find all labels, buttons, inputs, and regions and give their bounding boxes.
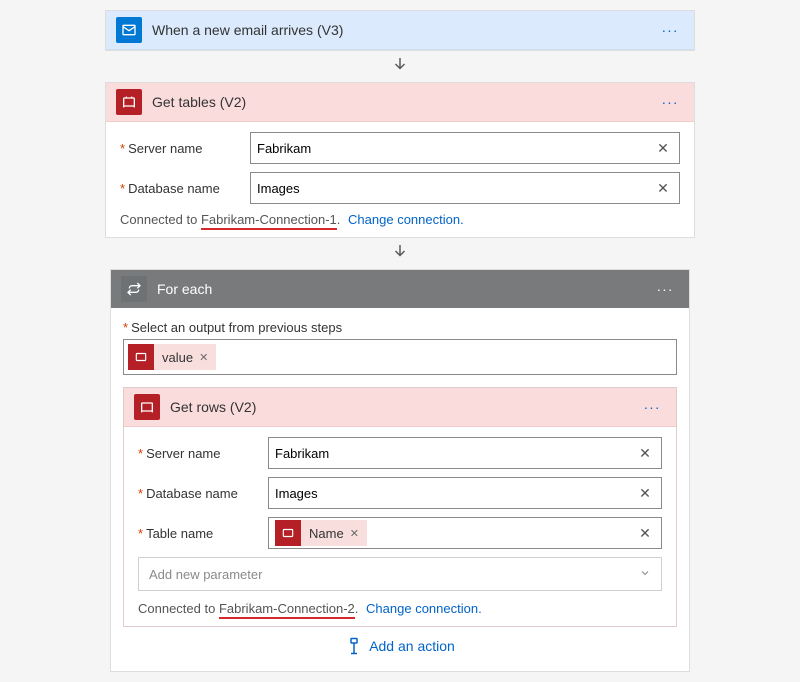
flow-arrow [14, 238, 786, 269]
connected-prefix: Connected to [138, 601, 219, 616]
clear-icon[interactable]: ✕ [635, 445, 655, 462]
add-action-button[interactable]: Add an action [123, 627, 677, 659]
get-tables-header[interactable]: Get tables (V2) ··· [106, 83, 694, 122]
database-name-input[interactable] [275, 478, 635, 508]
table-name-input-wrapper[interactable]: Name ✕ ✕ [268, 517, 662, 549]
connection-info: Connected to Fabrikam-Connection-1. Chan… [120, 212, 680, 227]
clear-icon[interactable]: ✕ [653, 140, 673, 157]
server-name-input[interactable] [275, 438, 635, 468]
get-rows-more-button[interactable]: ··· [638, 395, 666, 419]
trigger-more-button[interactable]: ··· [656, 18, 684, 42]
database-name-label: Database name [138, 486, 268, 501]
connection-info: Connected to Fabrikam-Connection-2. Chan… [138, 601, 662, 616]
trigger-title: When a new email arrives (V3) [152, 22, 656, 38]
sql-icon [275, 520, 301, 546]
name-token: Name ✕ [275, 520, 367, 546]
period: . [355, 601, 359, 616]
table-name-label: Table name [138, 526, 268, 541]
for-each-header[interactable]: For each ··· [111, 270, 689, 308]
for-each-title: For each [157, 281, 651, 297]
connection-name: Fabrikam-Connection-1 [201, 212, 337, 230]
loop-icon [121, 276, 147, 302]
connection-name: Fabrikam-Connection-2 [219, 601, 355, 619]
connected-prefix: Connected to [120, 212, 201, 227]
server-name-label: Server name [120, 141, 250, 156]
get-rows-header[interactable]: Get rows (V2) ··· [124, 388, 676, 427]
period: . [337, 212, 341, 227]
database-name-input-wrapper: ✕ [250, 172, 680, 204]
outlook-icon [116, 17, 142, 43]
server-name-input-wrapper: ✕ [268, 437, 662, 469]
get-rows-card: Get rows (V2) ··· Server name ✕ Database… [123, 387, 677, 627]
clear-icon[interactable]: ✕ [653, 180, 673, 197]
change-connection-link[interactable]: Change connection. [348, 212, 464, 227]
server-name-input-wrapper: ✕ [250, 132, 680, 164]
trigger-header[interactable]: When a new email arrives (V3) ··· [106, 11, 694, 50]
value-token: value ✕ [128, 344, 216, 370]
clear-icon[interactable]: ✕ [635, 525, 655, 542]
get-rows-title: Get rows (V2) [170, 399, 638, 415]
chevron-down-icon [639, 567, 651, 582]
add-parameter-label: Add new parameter [149, 567, 262, 582]
database-name-input[interactable] [257, 173, 653, 203]
get-tables-more-button[interactable]: ··· [656, 90, 684, 114]
add-action-label: Add an action [369, 638, 455, 654]
database-name-label: Database name [120, 181, 250, 196]
sql-icon [128, 344, 154, 370]
change-connection-link[interactable]: Change connection. [366, 601, 482, 616]
token-label: Name [309, 526, 344, 541]
get-tables-card: Get tables (V2) ··· Server name ✕ Databa… [105, 82, 695, 238]
select-output-input[interactable]: value ✕ [123, 339, 677, 375]
flow-arrow [14, 51, 786, 82]
get-tables-title: Get tables (V2) [152, 94, 656, 110]
for-each-card: For each ··· Select an output from previ… [110, 269, 690, 672]
clear-icon[interactable]: ✕ [635, 485, 655, 502]
sql-icon [134, 394, 160, 420]
database-name-input-wrapper: ✕ [268, 477, 662, 509]
add-parameter-dropdown[interactable]: Add new parameter [138, 557, 662, 591]
server-name-input[interactable] [257, 133, 653, 163]
sql-icon [116, 89, 142, 115]
token-label: value [162, 350, 193, 365]
for-each-more-button[interactable]: ··· [651, 277, 679, 301]
select-output-label: Select an output from previous steps [123, 320, 677, 335]
trigger-card: When a new email arrives (V3) ··· [105, 10, 695, 51]
token-remove-icon[interactable]: ✕ [350, 527, 359, 540]
token-remove-icon[interactable]: ✕ [199, 351, 208, 364]
server-name-label: Server name [138, 446, 268, 461]
